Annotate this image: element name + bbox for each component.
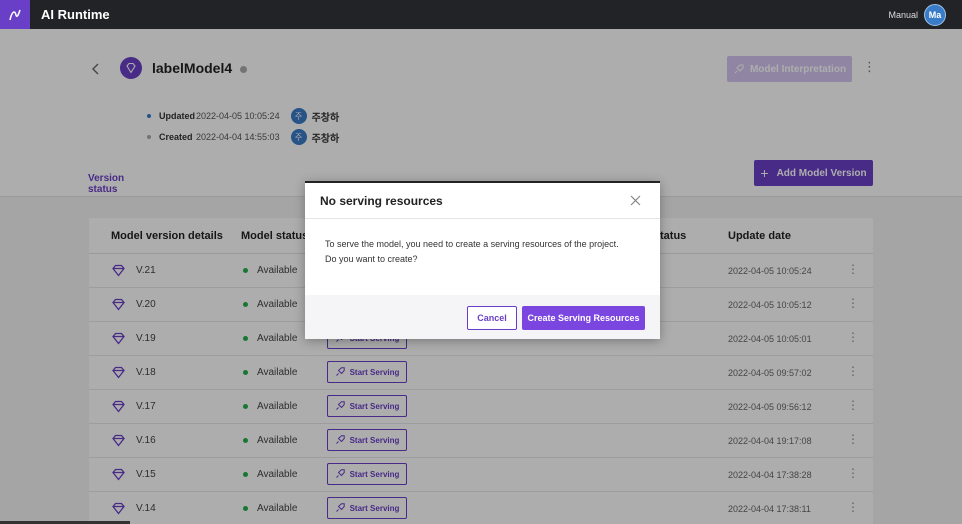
- dialog-message: To serve the model, you need to create a…: [325, 237, 645, 267]
- user-name[interactable]: Manual: [888, 10, 918, 20]
- no-serving-resources-dialog: No serving resources To serve the model,…: [305, 181, 660, 339]
- app-title: AI Runtime: [41, 7, 110, 22]
- create-serving-resources-button[interactable]: Create Serving Resources: [522, 306, 645, 330]
- dialog-title: No serving resources: [320, 194, 443, 208]
- dialog-footer: Cancel Create Serving Resources: [305, 295, 660, 339]
- top-bar: AI Runtime Manual Ma: [0, 0, 962, 29]
- avatar[interactable]: Ma: [924, 3, 946, 26]
- dialog-message-line2: Do you want to create?: [325, 254, 418, 264]
- dialog-message-line1: To serve the model, you need to create a…: [325, 239, 619, 249]
- close-icon[interactable]: [630, 195, 641, 206]
- cancel-button[interactable]: Cancel: [467, 306, 517, 330]
- app-logo[interactable]: [0, 0, 30, 29]
- dialog-header: No serving resources: [305, 183, 660, 219]
- logo-icon: [9, 9, 21, 20]
